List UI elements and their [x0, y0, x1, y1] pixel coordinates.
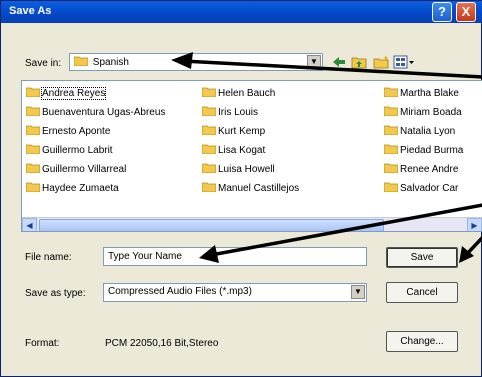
- arrow-to-file-name-icon: [210, 203, 482, 257]
- arrow-head-save-in-icon: [171, 52, 193, 69]
- save-as-dialog: Save As ? X Save in: Spanish ▼ Andrea Re…: [0, 0, 482, 377]
- arrow-head-file-name-icon: [199, 245, 219, 263]
- annotation-arrows: [171, 52, 482, 263]
- arrow-to-save-in-icon: [182, 59, 482, 79]
